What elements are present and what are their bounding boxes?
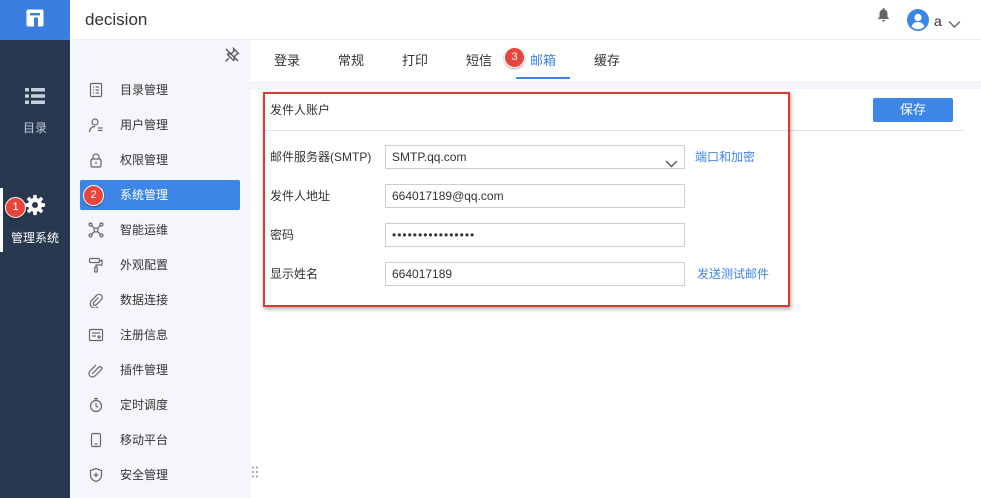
sidebar-item-scheduling[interactable]: 定时调度 <box>80 390 240 420</box>
sidebar-item-label: 外观配置 <box>120 258 169 272</box>
sidebar-item-label: 插件管理 <box>120 363 169 377</box>
tab-label: 常规 <box>337 53 364 68</box>
tab-label: 缓存 <box>593 53 620 68</box>
sidebar-item-label: 权限管理 <box>120 153 169 167</box>
sidebar-item-label: 系统管理 <box>120 188 169 202</box>
list-icon <box>0 88 70 104</box>
sidebar-item-users[interactable]: 用户管理 <box>80 110 240 140</box>
step-badge-1: 1 <box>5 197 26 218</box>
link-icon <box>88 292 104 309</box>
sidebar-item-ops[interactable]: 智能运维 <box>80 215 240 245</box>
mobile-icon <box>88 432 104 448</box>
tab-general[interactable]: 常规 <box>319 41 383 81</box>
rail-item-label: 目录 <box>22 121 47 135</box>
tab-sms[interactable]: 短信 <box>447 41 511 81</box>
sidebar-item-plugins[interactable]: 插件管理 <box>80 355 240 385</box>
sidebar-item-label: 智能运维 <box>120 223 169 237</box>
network-icon <box>88 222 104 238</box>
shield-icon <box>88 467 104 483</box>
primary-nav: 目录 管理系统 <box>0 40 70 498</box>
timer-icon <box>88 397 104 413</box>
chevron-down-icon[interactable] <box>948 16 961 28</box>
resize-handle[interactable] <box>252 465 258 478</box>
sidebar-item-appearance[interactable]: 外观配置 <box>80 250 240 280</box>
avatar-icon[interactable] <box>907 9 929 31</box>
sidebar-item-mobile[interactable]: 移动平台 <box>80 425 240 455</box>
sidebar-item-registration[interactable]: 注册信息 <box>80 320 240 350</box>
tab-label: 短信 <box>465 53 492 68</box>
sidebar-item-label: 安全管理 <box>120 468 169 482</box>
app-logo-icon <box>25 8 45 33</box>
sidebar-item-label: 目录管理 <box>120 83 169 97</box>
tab-print[interactable]: 打印 <box>383 41 447 81</box>
annotation-highlight-box <box>263 92 790 307</box>
save-button[interactable]: 保存 <box>873 98 953 122</box>
tab-login[interactable]: 登录 <box>255 41 319 81</box>
sidebar-item-security[interactable]: 安全管理 <box>80 460 240 490</box>
sidebar-item-catalog[interactable]: 目录管理 <box>80 75 240 105</box>
rail-item-catalog[interactable]: 目录 <box>0 80 70 142</box>
tab-cache[interactable]: 缓存 <box>575 41 639 81</box>
content-divider <box>251 81 981 89</box>
step-badge-3: 3 <box>504 47 525 68</box>
catalog-icon <box>88 82 104 98</box>
plugin-icon <box>88 362 104 378</box>
sidebar-item-permissions[interactable]: 权限管理 <box>80 145 240 175</box>
user-name[interactable]: a <box>934 12 942 30</box>
tab-label: 打印 <box>401 53 428 68</box>
app-title: decision <box>85 10 148 29</box>
tab-label: 邮箱 <box>529 53 556 68</box>
register-icon <box>88 327 104 343</box>
pin-icon[interactable] <box>224 46 240 63</box>
user-icon <box>88 117 104 133</box>
sidebar-item-label: 注册信息 <box>120 328 169 342</box>
rail-item-label: 管理系统 <box>10 231 59 245</box>
sidebar-item-label: 移动平台 <box>120 433 169 447</box>
paint-roller-icon <box>88 257 104 273</box>
app-logo[interactable] <box>0 0 70 40</box>
lock-icon <box>88 152 104 168</box>
active-tab-underline <box>516 77 570 79</box>
sidebar-item-label: 数据连接 <box>120 293 169 307</box>
step-badge-2: 2 <box>83 185 104 206</box>
sidebar-item-data-connection[interactable]: 数据连接 <box>80 285 240 315</box>
bell-icon[interactable] <box>877 7 890 22</box>
sidebar-item-label: 定时调度 <box>120 398 169 412</box>
tab-label: 登录 <box>273 53 300 68</box>
sidebar-item-label: 用户管理 <box>120 118 169 132</box>
sidebar-item-system[interactable]: 系统管理 <box>80 180 240 210</box>
